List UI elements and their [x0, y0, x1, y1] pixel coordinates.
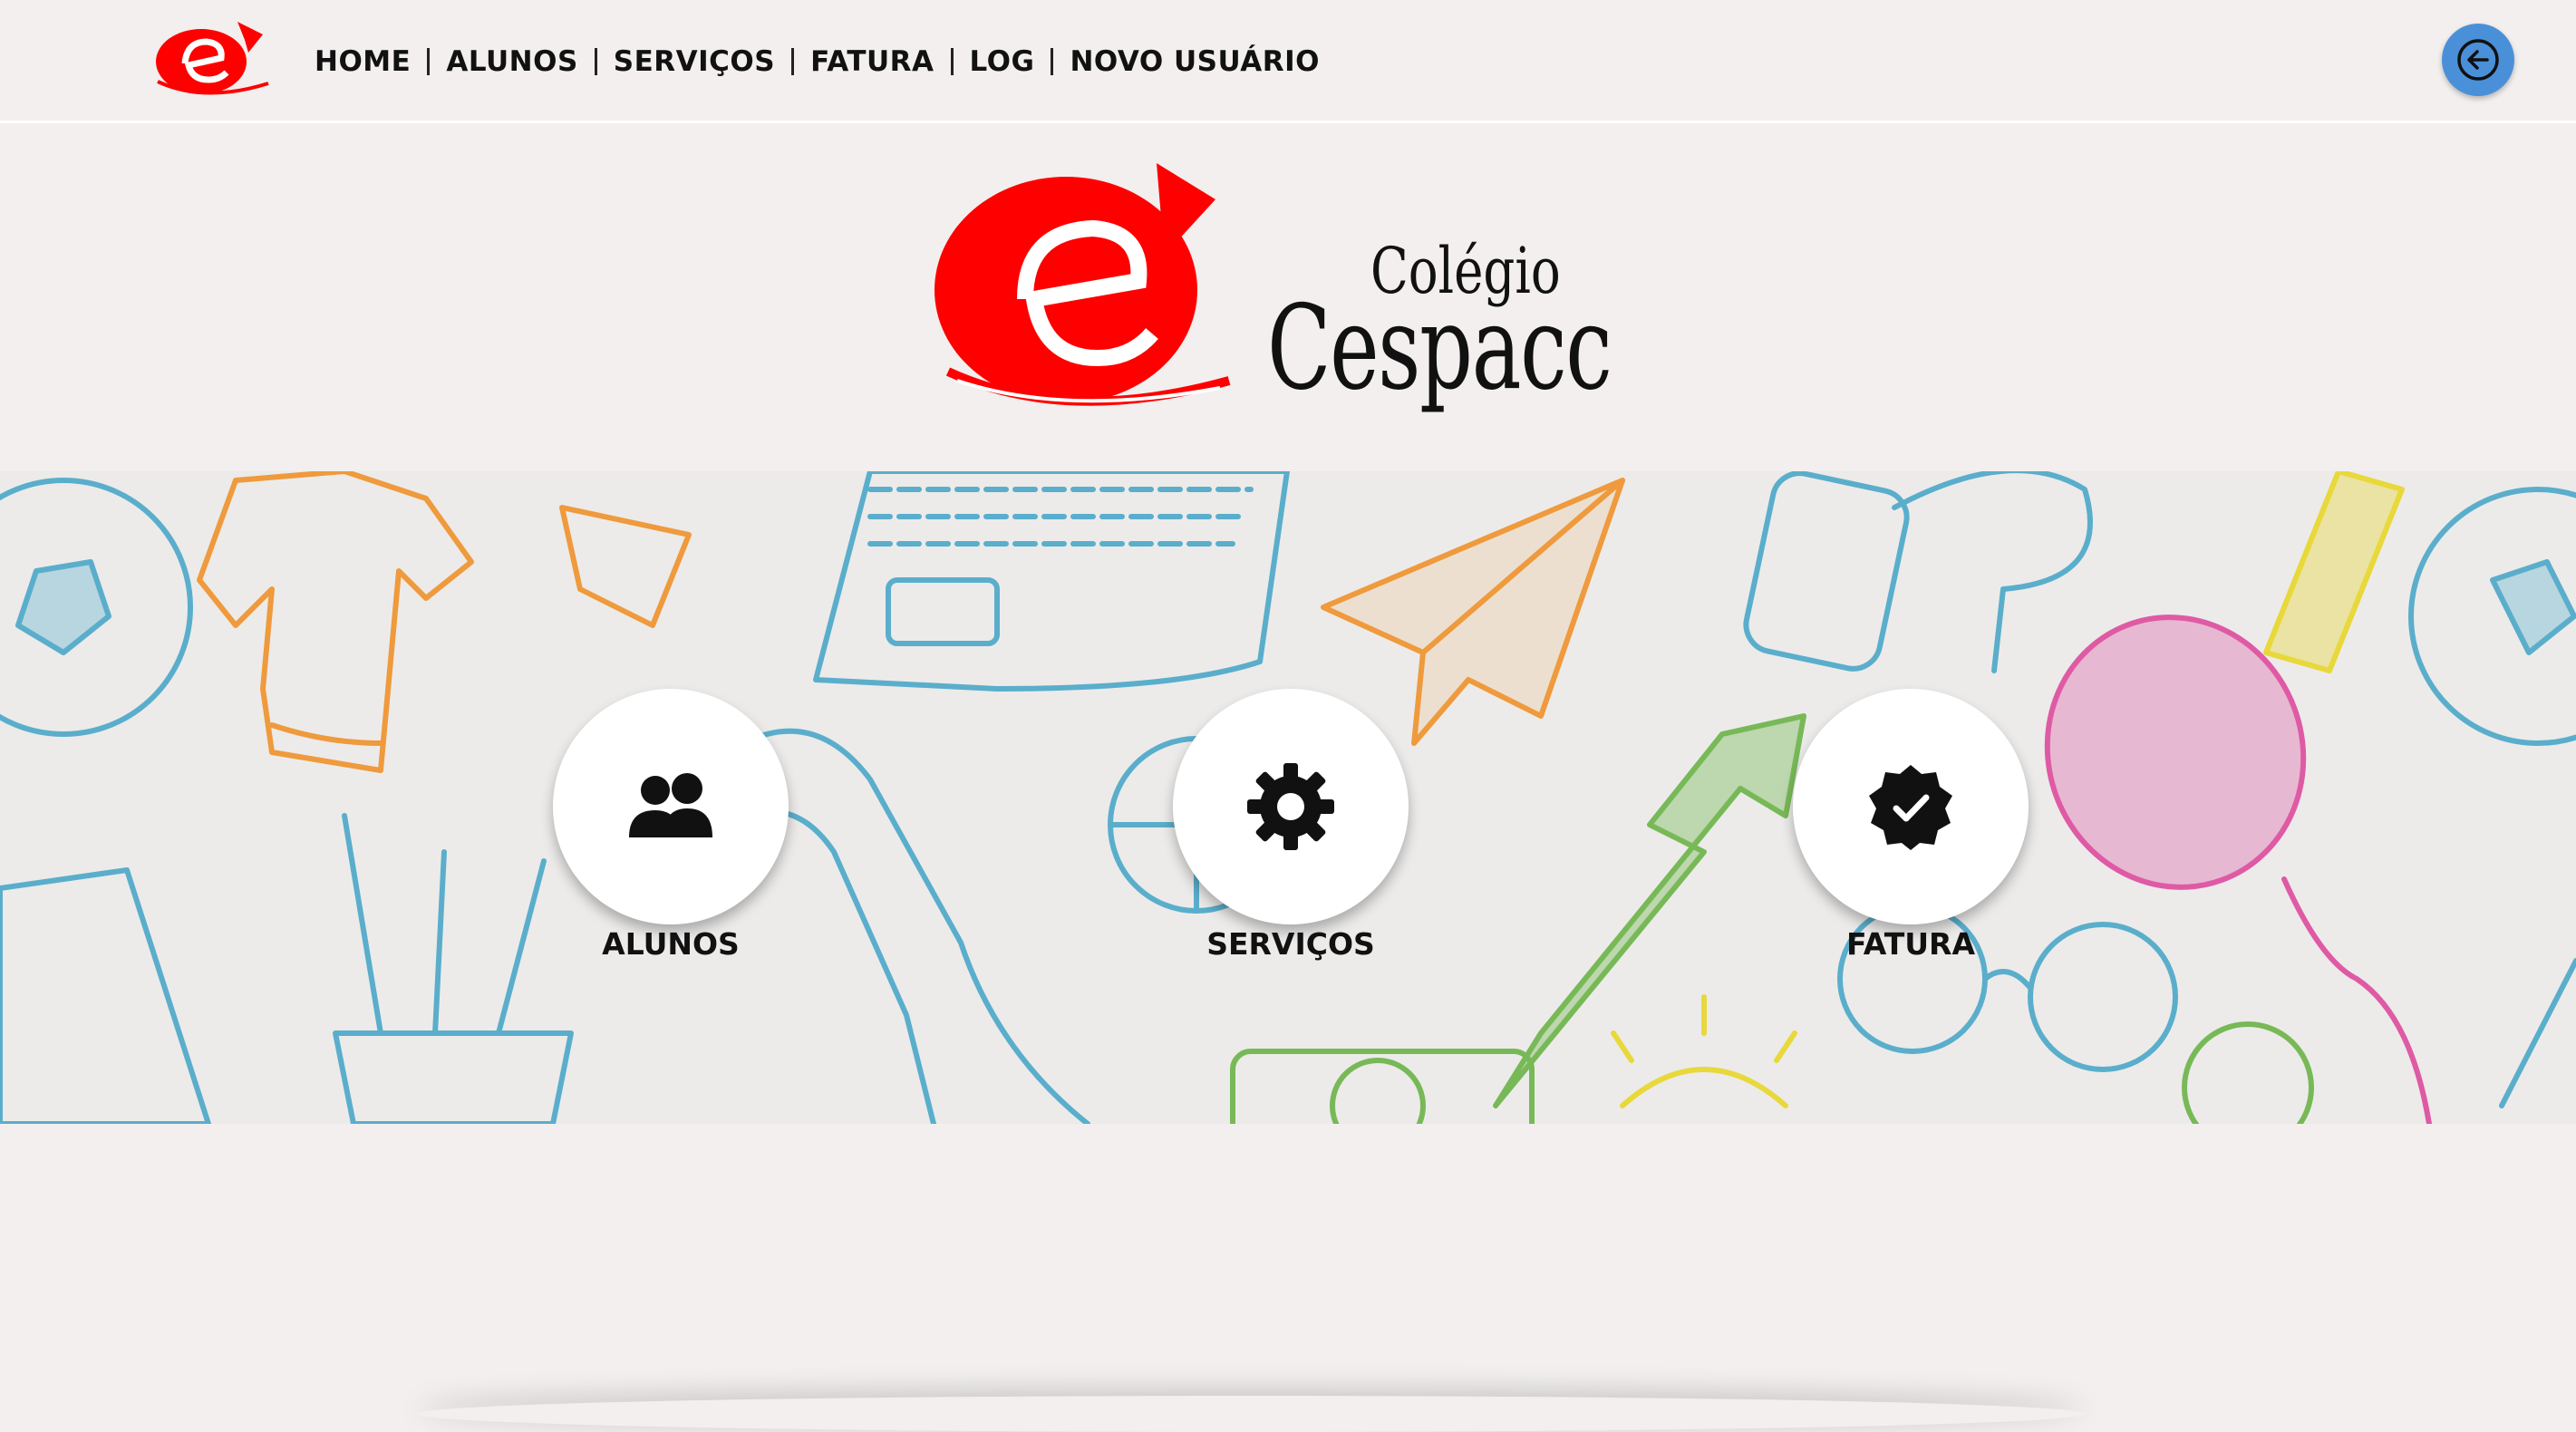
card-alunos-label: ALUNOS: [602, 926, 740, 962]
main-menu: HOME ALUNOS SERVIÇOS FATURA LOG NOVO USU…: [315, 0, 1320, 123]
users-icon: [629, 773, 712, 837]
card-servicos-label: SERVIÇOS: [1206, 926, 1375, 962]
arrow-left-circle-icon: [2457, 39, 2499, 81]
card-fatura[interactable]: FATURA: [1793, 689, 2029, 962]
nav-divider: [427, 48, 431, 75]
nav-home[interactable]: HOME: [315, 45, 411, 78]
nav-servicos[interactable]: SERVIÇOS: [614, 45, 775, 78]
nav-alunos[interactable]: ALUNOS: [446, 45, 577, 78]
school-emblem-icon: [935, 163, 1231, 406]
nav-divider: [1051, 48, 1054, 75]
verified-badge-icon: [1869, 765, 1952, 850]
card-alunos-button[interactable]: [553, 689, 789, 924]
card-servicos[interactable]: SERVIÇOS: [1173, 689, 1409, 962]
nav-novo-usuario[interactable]: NOVO USUÁRIO: [1070, 45, 1320, 78]
nav-divider: [950, 48, 954, 75]
card-fatura-label: FATURA: [1846, 926, 1975, 962]
back-button[interactable]: [2442, 24, 2514, 96]
school-logo-icon[interactable]: [150, 16, 272, 100]
nav-divider: [791, 48, 795, 75]
nav-fatura[interactable]: FATURA: [810, 45, 934, 78]
hero-brand-logo: Colégio Cespacc: [930, 154, 1628, 426]
brand-line-2: Cespacc: [1267, 281, 1612, 416]
top-navbar: HOME ALUNOS SERVIÇOS FATURA LOG NOVO USU…: [0, 0, 2576, 123]
nav-divider: [594, 48, 597, 75]
gear-icon: [1247, 763, 1334, 850]
footer-shadow: [417, 1396, 2085, 1432]
card-servicos-button[interactable]: [1173, 689, 1409, 924]
card-alunos[interactable]: ALUNOS: [553, 689, 789, 962]
nav-log[interactable]: LOG: [970, 45, 1035, 78]
card-fatura-button[interactable]: [1793, 689, 2029, 924]
